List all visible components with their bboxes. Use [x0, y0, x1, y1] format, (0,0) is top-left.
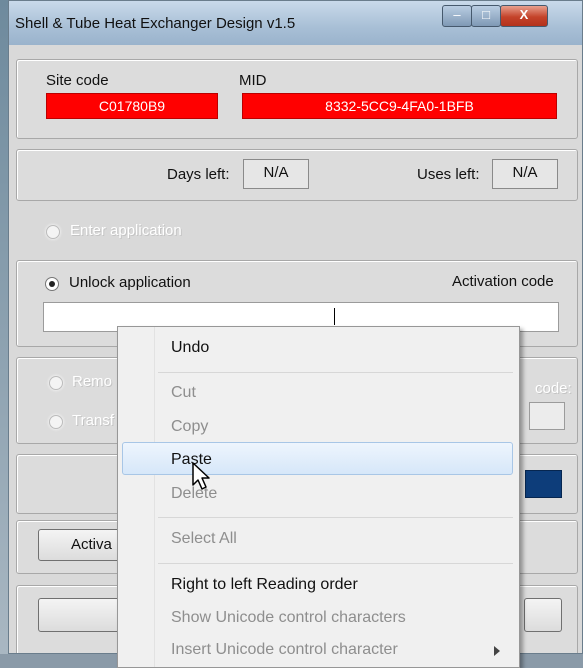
unlock-application-radio[interactable]	[45, 277, 59, 291]
enter-application-label: Enter application	[70, 222, 182, 239]
site-code-label: Site code	[46, 72, 109, 89]
limits-group: Days left: N/A Uses left: N/A	[16, 149, 578, 201]
days-left-label: Days left:	[167, 166, 230, 183]
transfer-code-input[interactable]	[529, 402, 565, 430]
menu-item-copy[interactable]: Copy	[171, 418, 208, 436]
menu-gutter	[154, 327, 155, 667]
bottom-right-button[interactable]	[524, 598, 562, 632]
submenu-arrow-icon	[494, 646, 500, 656]
enter-application-radio[interactable]	[46, 225, 60, 239]
code-label: code:	[535, 380, 572, 397]
menu-separator	[158, 563, 513, 564]
mid-label: MID	[239, 72, 267, 89]
text-caret	[334, 308, 335, 325]
context-menu: Undo Cut Copy Paste Delete Select All Ri…	[117, 326, 520, 668]
mid-field: 8332-5CC9-4FA0-1BFB	[242, 93, 557, 119]
remove-radio[interactable]	[49, 376, 63, 390]
maximize-button[interactable]: □	[471, 5, 501, 27]
menu-item-insert-unicode[interactable]: Insert Unicode control character	[171, 641, 398, 659]
menu-item-undo[interactable]: Undo	[171, 339, 209, 357]
menu-item-show-unicode[interactable]: Show Unicode control characters	[171, 609, 406, 627]
title-bar[interactable]: Shell & Tube Heat Exchanger Design v1.5 …	[9, 1, 582, 45]
uses-left-value: N/A	[492, 159, 558, 189]
mouse-pointer-icon	[192, 462, 210, 490]
uses-left-label: Uses left:	[417, 166, 480, 183]
unlock-application-label: Unlock application	[69, 274, 191, 291]
remove-label: Remo	[72, 373, 113, 390]
menu-item-rtl-reading-order[interactable]: Right to left Reading order	[171, 576, 358, 594]
progress-bar	[525, 470, 562, 498]
menu-item-cut[interactable]: Cut	[171, 384, 196, 402]
site-code-field: C01780B9	[46, 93, 218, 119]
transfer-radio[interactable]	[49, 415, 63, 429]
menu-separator	[158, 372, 513, 373]
minimize-button[interactable]: –	[442, 5, 472, 27]
days-left-value: N/A	[243, 159, 309, 189]
id-group: Site code C01780B9 MID 8332-5CC9-4FA0-1B…	[16, 59, 578, 139]
menu-item-select-all[interactable]: Select All	[171, 530, 237, 548]
menu-separator	[158, 517, 513, 518]
activation-code-label: Activation code	[452, 273, 554, 290]
transfer-label: Transf	[72, 412, 114, 429]
window-title: Shell & Tube Heat Exchanger Design v1.5	[15, 15, 296, 32]
close-button[interactable]: X	[500, 5, 548, 27]
